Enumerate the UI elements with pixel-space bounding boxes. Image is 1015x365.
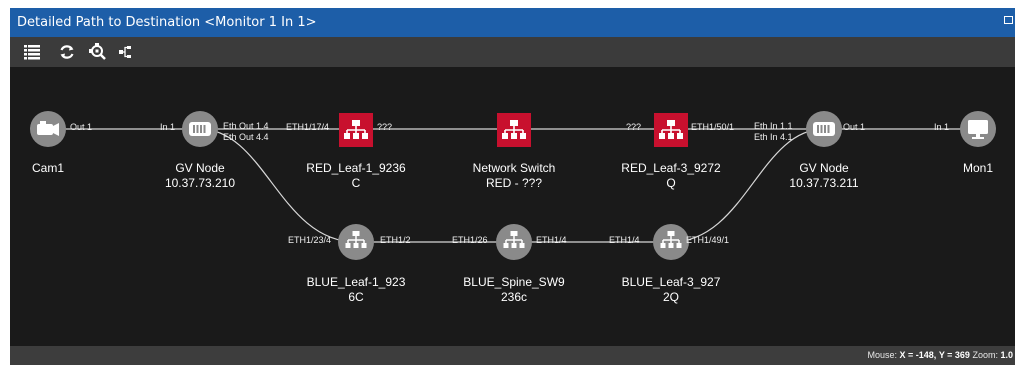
node-mon1[interactable]: [959, 110, 997, 148]
port-label: ETH1/50/1: [691, 122, 735, 132]
node-label-blue-leaf-3: BLUE_Leaf-3_927 2Q: [606, 275, 736, 305]
network-switch-icon: [496, 224, 532, 260]
gateway-icon: [806, 111, 842, 147]
node-name: GV Node: [799, 161, 849, 175]
node-label-red-leaf-3: RED_Leaf-3_9272 Q: [606, 161, 736, 191]
node-name: Cam1: [31, 161, 64, 175]
node-name-cont: RED - ???: [485, 176, 543, 190]
node-name: GV Node: [175, 161, 225, 175]
port-label: Eth In 1.1: [754, 121, 793, 131]
port-label: ETH1/4: [609, 235, 640, 245]
node-gv1[interactable]: [181, 110, 219, 148]
port-label: ???: [626, 122, 642, 132]
port-label: ETH1/26: [452, 235, 488, 245]
port-label: Out 1: [70, 122, 93, 132]
path-window: Detailed Path to Destination <Monitor 1 …: [10, 8, 1015, 365]
mouse-x: X = -148,: [899, 350, 937, 360]
network-switch-icon: [338, 224, 374, 260]
port-label: ETH1/23/4: [288, 235, 332, 245]
refresh-icon[interactable]: [57, 42, 77, 62]
node-label-network-switch: Network Switch RED - ???: [449, 161, 579, 191]
node-label-red-leaf-1: RED_Leaf-1_9236 C: [291, 161, 421, 191]
zoom-label: Zoom:: [972, 350, 998, 360]
topology-icon[interactable]: [116, 42, 136, 62]
node-name: Network Switch: [472, 161, 556, 175]
monitor-icon: [960, 111, 996, 147]
network-switch-icon: [339, 113, 373, 147]
network-switch-icon: [497, 113, 531, 147]
node-red-leaf-3[interactable]: [654, 113, 688, 147]
port-label: Eth In 4.1: [754, 132, 793, 142]
toolbar: [10, 37, 1015, 67]
port-label: Eth Out 4.4: [223, 132, 269, 142]
title-bar: Detailed Path to Destination <Monitor 1 …: [10, 8, 1015, 37]
node-name-cont: 6C: [348, 290, 364, 304]
port-label: In 1: [934, 122, 950, 132]
port-label: Out 1: [843, 122, 866, 132]
node-name: Mon1: [962, 161, 994, 175]
node-name-cont: C: [351, 176, 361, 190]
port-label: ETH1/2: [380, 235, 411, 245]
port-label: In 1: [160, 122, 176, 132]
node-label-blue-leaf-1: BLUE_Leaf-1_923 6C: [291, 275, 421, 305]
port-label: Eth Out 1.4: [223, 121, 269, 131]
node-label-cam1: Cam1: [0, 161, 113, 176]
restore-window-icon[interactable]: [1004, 16, 1013, 24]
node-name: BLUE_Leaf-3_927: [621, 275, 721, 289]
topology-canvas[interactable]: Out 1 In 1 Eth Out 1.4 Eth Out 4.4 ETH1/…: [10, 67, 1015, 346]
node-name: BLUE_Leaf-1_923: [306, 275, 406, 289]
list-icon[interactable]: [22, 42, 42, 62]
node-name-cont: 236c: [500, 290, 528, 304]
status-bar: Mouse: X = -148, Y = 369 Zoom: 1.0: [10, 346, 1015, 365]
port-label: ???: [377, 122, 393, 132]
node-label-gv2: GV Node 10.37.73.211: [759, 161, 889, 191]
port-label: ETH1/49/1: [686, 235, 730, 245]
node-ip: 10.37.73.211: [789, 176, 859, 190]
mouse-y: Y = 369: [938, 350, 970, 360]
node-label-blue-spine: BLUE_Spine_SW9 236c: [449, 275, 579, 305]
network-switch-icon: [653, 224, 689, 260]
window-title: Detailed Path to Destination <Monitor 1 …: [17, 15, 317, 30]
port-label: ETH1/4: [536, 235, 567, 245]
node-name-cont: Q: [666, 176, 676, 190]
zoom-value: 1.0: [1000, 350, 1013, 360]
node-cam1[interactable]: [29, 110, 67, 148]
node-red-leaf-1[interactable]: [339, 113, 373, 147]
gateway-icon: [182, 111, 218, 147]
zoom-fit-icon[interactable]: [88, 42, 108, 62]
node-blue-leaf-1[interactable]: [337, 223, 375, 261]
port-label: ETH1/17/4: [286, 122, 330, 132]
camera-icon: [30, 111, 66, 147]
node-gv2[interactable]: [805, 110, 843, 148]
node-ip: 10.37.73.210: [164, 176, 236, 190]
network-switch-icon: [654, 113, 688, 147]
node-name: BLUE_Spine_SW9: [463, 275, 565, 289]
node-blue-spine[interactable]: [495, 223, 533, 261]
mouse-label: Mouse:: [867, 350, 897, 360]
node-label-mon1: Mon1: [913, 161, 1015, 176]
node-name: RED_Leaf-3_9272: [621, 161, 721, 175]
node-label-gv1: GV Node 10.37.73.210: [135, 161, 265, 191]
node-blue-leaf-3[interactable]: [652, 223, 690, 261]
node-name-cont: 2Q: [662, 290, 679, 304]
node-name: RED_Leaf-1_9236: [306, 161, 406, 175]
node-network-switch[interactable]: [497, 113, 531, 147]
